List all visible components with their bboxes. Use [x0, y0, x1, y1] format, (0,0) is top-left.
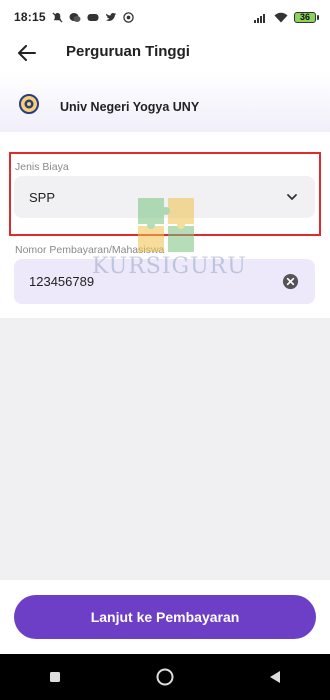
institution-name: Univ Negeri Yogya UNY	[60, 100, 200, 114]
whatsapp-icon	[122, 11, 134, 23]
institution-band: Univ Negeri Yogya UNY	[0, 72, 330, 132]
mute-icon	[52, 11, 63, 23]
status-left: 18:15	[14, 10, 134, 24]
fee-type-value: SPP	[29, 189, 56, 205]
nav-home-button[interactable]	[145, 654, 185, 700]
continue-to-payment-button[interactable]: Lanjut ke Pembayaran	[14, 595, 316, 639]
nav-back-button[interactable]	[255, 654, 295, 700]
content-area	[0, 318, 330, 580]
fee-type-label: Jenis Biaya	[15, 161, 69, 173]
payment-number-label: Nomor Pembayaran/Mahasiswa	[15, 244, 165, 256]
status-time: 18:15	[14, 10, 46, 24]
square-icon	[50, 672, 60, 682]
clear-icon[interactable]	[282, 273, 299, 290]
status-bar: 18:15 36	[0, 0, 330, 34]
system-nav-bar	[0, 654, 330, 700]
game-icon	[87, 12, 99, 23]
fee-type-select[interactable]: SPP	[14, 176, 315, 218]
battery-level: 36	[299, 12, 310, 22]
back-button[interactable]	[14, 40, 40, 66]
status-right: 36	[254, 11, 319, 23]
payment-number-value: 123456789	[29, 274, 95, 289]
circle-icon	[156, 668, 174, 686]
nav-recents-button[interactable]	[35, 654, 75, 700]
arrow-left-icon	[18, 45, 36, 61]
page-title: Perguruan Tinggi	[66, 43, 190, 60]
wifi-icon	[274, 12, 288, 23]
battery-icon: 36	[294, 11, 319, 23]
chat-icon	[69, 12, 81, 23]
chevron-down-icon	[287, 194, 297, 200]
app-header: Perguruan Tinggi	[0, 34, 330, 72]
university-logo	[19, 94, 39, 114]
signal-icon	[254, 12, 268, 23]
twitter-icon	[105, 12, 117, 23]
payment-number-input[interactable]: 123456789	[14, 259, 315, 304]
triangle-back-icon	[270, 671, 280, 683]
